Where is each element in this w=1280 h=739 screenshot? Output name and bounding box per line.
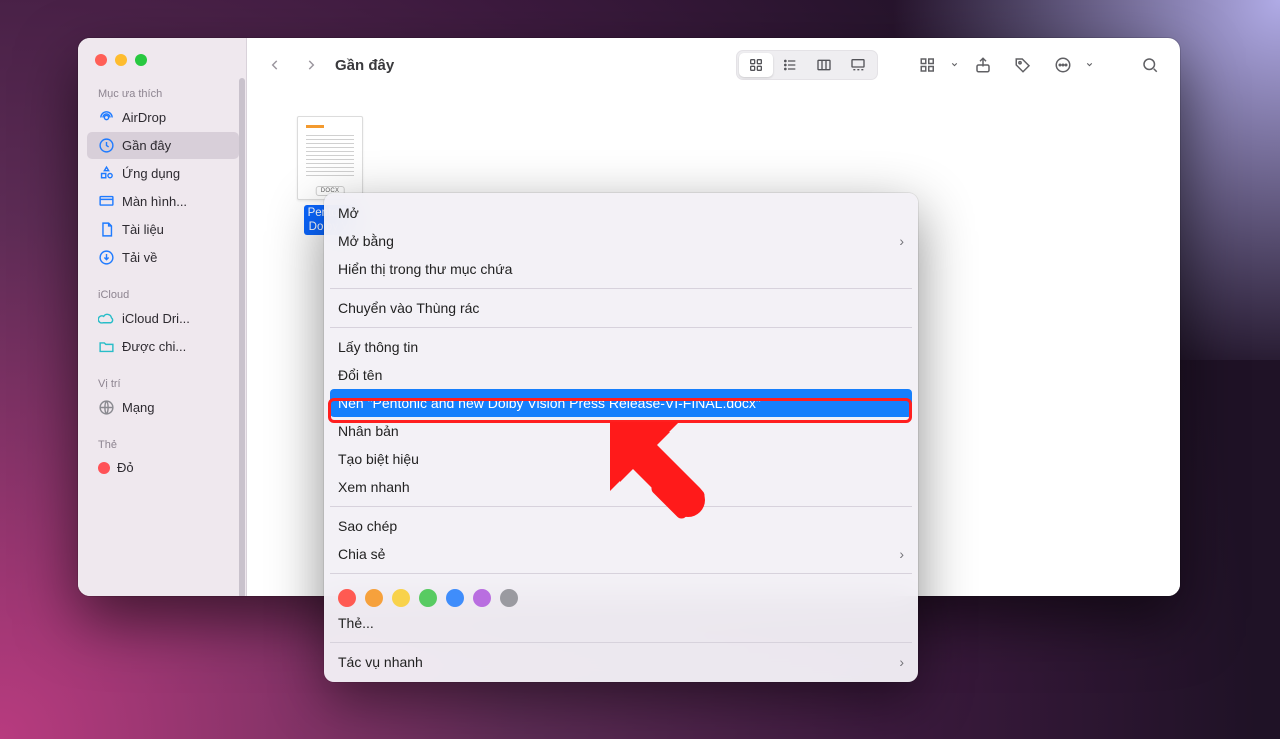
tag-red[interactable] — [338, 589, 356, 607]
sidebar-item-label: Ứng dụng — [122, 166, 180, 181]
tag-orange[interactable] — [365, 589, 383, 607]
separator — [330, 288, 912, 289]
sidebar-item-label: Tải về — [122, 250, 157, 265]
cloud-icon — [98, 310, 115, 327]
sidebar-scroll[interactable]: Mục ưa thích AirDrop Gần đây Ứng dụng Mà… — [78, 84, 246, 481]
sidebar-section-locations: Vị trí — [87, 374, 239, 394]
separator — [330, 642, 912, 643]
tag-purple[interactable] — [473, 589, 491, 607]
ctx-tag-row — [324, 579, 918, 609]
sidebar-item-shared[interactable]: Được chi... — [87, 333, 239, 360]
sidebar-item-tag-red[interactable]: Đỏ — [87, 455, 239, 480]
icon-view-button[interactable] — [739, 53, 773, 77]
sidebar-item-recents[interactable]: Gần đây — [87, 132, 239, 159]
close-window-button[interactable] — [95, 54, 107, 66]
list-view-button[interactable] — [773, 53, 807, 77]
chevron-right-icon: › — [899, 653, 904, 671]
zoom-window-button[interactable] — [135, 54, 147, 66]
context-menu: Mở Mở bằng› Hiển thị trong thư mục chứa … — [324, 193, 918, 682]
window-controls — [78, 50, 246, 84]
ctx-duplicate[interactable]: Nhân bản — [324, 417, 918, 445]
chevron-right-icon: › — [899, 545, 904, 563]
tag-blue[interactable] — [446, 589, 464, 607]
sidebar-item-airdrop[interactable]: AirDrop — [87, 104, 239, 131]
ctx-open-with[interactable]: Mở bằng› — [324, 227, 918, 255]
column-view-button[interactable] — [807, 53, 841, 77]
tag-yellow[interactable] — [392, 589, 410, 607]
sidebar-item-desktop[interactable]: Màn hình... — [87, 188, 239, 215]
file-thumbnail: DOCX — [297, 116, 363, 200]
chevron-down-icon — [1087, 56, 1094, 74]
download-icon — [98, 249, 115, 266]
minimize-window-button[interactable] — [115, 54, 127, 66]
sidebar-item-label: Gần đây — [122, 138, 171, 153]
sidebar: Mục ưa thích AirDrop Gần đây Ứng dụng Mà… — [78, 38, 247, 596]
gallery-view-button[interactable] — [841, 53, 875, 77]
ctx-show-in-folder[interactable]: Hiển thị trong thư mục chứa — [324, 255, 918, 283]
ctx-make-alias[interactable]: Tạo biệt hiệu — [324, 445, 918, 473]
forward-button[interactable] — [297, 52, 325, 78]
sidebar-item-label: Màn hình... — [122, 194, 187, 209]
tags-button[interactable] — [1007, 52, 1039, 78]
separator — [330, 506, 912, 507]
sidebar-item-applications[interactable]: Ứng dụng — [87, 160, 239, 187]
ctx-tags[interactable]: Thẻ... — [324, 609, 918, 637]
sidebar-item-label: iCloud Dri... — [122, 311, 190, 326]
ctx-share[interactable]: Chia sẻ› — [324, 540, 918, 568]
sidebar-item-downloads[interactable]: Tải về — [87, 244, 239, 271]
ctx-quick-look[interactable]: Xem nhanh — [324, 473, 918, 501]
tag-red-icon — [98, 462, 110, 474]
sidebar-section-favorites: Mục ưa thích — [87, 84, 239, 104]
separator — [330, 327, 912, 328]
toolbar: Gần đây — [247, 38, 1180, 92]
ctx-quick-actions[interactable]: Tác vụ nhanh› — [324, 648, 918, 676]
separator — [330, 573, 912, 574]
search-button[interactable] — [1134, 52, 1166, 78]
sidebar-section-icloud: iCloud — [87, 285, 239, 305]
sidebar-item-label: Tài liệu — [122, 222, 164, 237]
chevron-down-icon — [952, 56, 959, 74]
applications-icon — [98, 165, 115, 182]
ctx-compress[interactable]: Nén "Pentonic and new Dolby Vision Press… — [330, 389, 912, 417]
ctx-copy[interactable]: Sao chép — [324, 512, 918, 540]
share-button[interactable] — [967, 52, 999, 78]
back-button[interactable] — [261, 52, 289, 78]
airdrop-icon — [98, 109, 115, 126]
ctx-get-info[interactable]: Lấy thông tin — [324, 333, 918, 361]
view-mode-segment — [736, 50, 878, 80]
sidebar-item-label: Đỏ — [117, 460, 134, 475]
clock-icon — [98, 137, 115, 154]
chevron-right-icon: › — [899, 232, 904, 250]
ctx-open[interactable]: Mở — [324, 199, 918, 227]
shared-folder-icon — [98, 338, 115, 355]
group-by-button[interactable] — [912, 52, 944, 78]
sidebar-item-network[interactable]: Mạng — [87, 394, 239, 421]
sidebar-item-label: Được chi... — [122, 339, 186, 354]
sidebar-scrollbar[interactable] — [239, 78, 245, 596]
tag-green[interactable] — [419, 589, 437, 607]
ctx-rename[interactable]: Đổi tên — [324, 361, 918, 389]
window-title: Gần đây — [335, 57, 394, 74]
sidebar-item-label: AirDrop — [122, 110, 166, 125]
ctx-move-to-trash[interactable]: Chuyển vào Thùng rác — [324, 294, 918, 322]
document-icon — [98, 221, 115, 238]
tag-gray[interactable] — [500, 589, 518, 607]
network-icon — [98, 399, 115, 416]
sidebar-item-label: Mạng — [122, 400, 155, 415]
action-button[interactable] — [1047, 52, 1079, 78]
sidebar-item-documents[interactable]: Tài liệu — [87, 216, 239, 243]
sidebar-section-tags: Thẻ — [87, 435, 239, 455]
desktop-icon — [98, 193, 115, 210]
sidebar-item-icloud-drive[interactable]: iCloud Dri... — [87, 305, 239, 332]
